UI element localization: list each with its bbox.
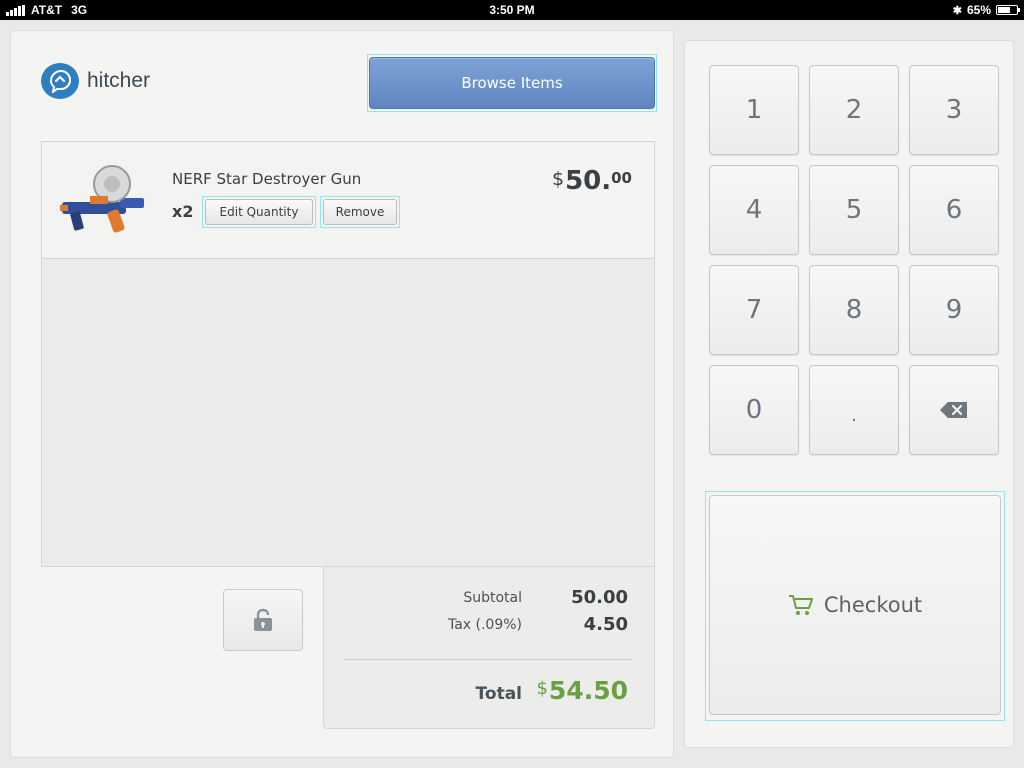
key-7[interactable]: 7	[709, 265, 799, 355]
key-2[interactable]: 2	[809, 65, 899, 155]
checkout-label: Checkout	[823, 593, 923, 617]
item-quantity: x2	[172, 202, 194, 221]
order-panel: hitcher Browse Items NERF Star Destroyer…	[10, 30, 674, 758]
key-5[interactable]: 5	[809, 165, 899, 255]
price-cents: 00	[611, 169, 632, 187]
total-amount: 54.50	[548, 676, 628, 705]
keypad-panel: 1 2 3 4 5 6 7 8 9 0 . Checkout	[684, 40, 1014, 748]
key-decimal[interactable]: .	[809, 365, 899, 455]
key-9[interactable]: 9	[909, 265, 999, 355]
subtotal-value: 50.00	[571, 587, 628, 608]
browse-items-button[interactable]: Browse Items	[369, 57, 655, 109]
status-bar: AT&T 3G 3:50 PM ✱ 65%	[0, 0, 1024, 20]
price-currency: $	[551, 168, 565, 190]
total-label: Total	[475, 684, 522, 704]
key-3[interactable]: 3	[909, 65, 999, 155]
key-8[interactable]: 8	[809, 265, 899, 355]
cart-item-row: NERF Star Destroyer Gun x2 Edit Quantity…	[42, 142, 654, 259]
edit-quantity-button[interactable]: Edit Quantity	[205, 199, 313, 225]
remove-button[interactable]: Remove	[323, 199, 397, 225]
app-logo: hitcher	[41, 63, 150, 99]
totals-divider	[344, 659, 632, 660]
battery-icon	[996, 5, 1020, 15]
total-value: $ 54.50	[536, 676, 628, 705]
key-1[interactable]: 1	[709, 65, 799, 155]
tax-value: 4.50	[583, 614, 628, 635]
cart-icon	[788, 595, 813, 615]
item-name: NERF Star Destroyer Gun	[172, 170, 362, 188]
key-6[interactable]: 6	[909, 165, 999, 255]
battery-percent: 65%	[966, 3, 991, 17]
backspace-icon	[940, 402, 967, 418]
key-0[interactable]: 0	[709, 365, 799, 455]
battery-fill	[998, 7, 1010, 13]
product-image	[60, 165, 144, 233]
totals-panel: Subtotal 50.00 Tax (.09%) 4.50 Total $ 5…	[323, 567, 655, 729]
total-currency: $	[536, 678, 548, 699]
tax-label: Tax (.09%)	[447, 617, 522, 633]
logo-text: hitcher	[87, 69, 151, 92]
hitcher-logo-icon	[41, 63, 79, 99]
cart-list: NERF Star Destroyer Gun x2 Edit Quantity…	[41, 141, 655, 567]
key-4[interactable]: 4	[709, 165, 799, 255]
lock-button[interactable]	[223, 589, 303, 651]
bluetooth-icon: ✱	[952, 4, 962, 17]
price-whole: 50.	[565, 166, 612, 196]
lock-icon	[254, 608, 272, 631]
item-price: $ 50. 00	[552, 166, 632, 196]
status-right: ✱ 65%	[952, 3, 1020, 17]
clock: 3:50 PM	[489, 3, 535, 17]
subtotal-label: Subtotal	[463, 590, 522, 606]
backspace-key[interactable]	[909, 365, 999, 455]
checkout-button[interactable]: Checkout	[709, 495, 1001, 715]
